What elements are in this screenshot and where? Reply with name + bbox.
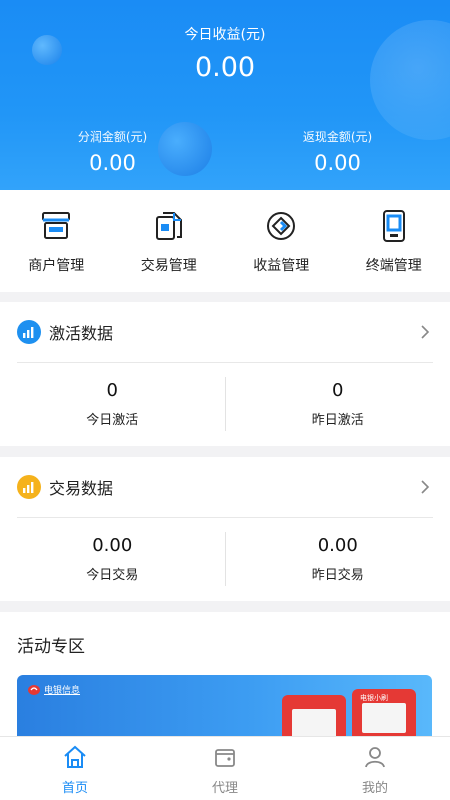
wallet-icon	[213, 745, 237, 773]
home-icon	[62, 745, 88, 773]
earnings-header: 今日收益(元) 0.00 分润金额(元) 0.00 返现金额(元) 0.00	[0, 0, 450, 190]
quick-item-terminal[interactable]: 终端管理	[338, 190, 450, 292]
activity-banner[interactable]: 电银信息 电银小刷	[17, 675, 432, 745]
today-transaction: 0.00 今日交易	[0, 535, 225, 583]
quick-item-label: 终端管理	[365, 258, 422, 274]
yesterday-activation: 0 昨日激活	[226, 380, 450, 428]
pos-screen	[292, 709, 336, 739]
transaction-stats: 0.00 今日交易 0.00 昨日交易	[0, 518, 450, 600]
tab-home[interactable]: 首页	[0, 737, 150, 800]
quick-item-transaction[interactable]: 交易管理	[113, 190, 226, 292]
today-activation-value: 0	[106, 380, 118, 401]
yesterday-transaction: 0.00 昨日交易	[226, 535, 450, 583]
banner-logo: 电银信息	[27, 683, 80, 696]
transaction-title: 交易数据	[49, 479, 114, 498]
quick-item-merchant[interactable]: 商户管理	[0, 190, 113, 292]
tab-mine-label: 我的	[361, 781, 388, 796]
bottom-tab-bar: 首页 代理 我的	[0, 736, 450, 800]
transaction-doc-icon	[151, 208, 187, 244]
user-icon	[363, 745, 387, 773]
share-amount-block: 分润金额(元) 0.00	[0, 128, 225, 175]
yesterday-transaction-label: 昨日交易	[311, 568, 364, 583]
cashback-amount-label: 返现金额(元)	[302, 130, 373, 144]
yesterday-transaction-value: 0.00	[317, 535, 358, 556]
quick-item-label: 收益管理	[253, 258, 310, 274]
activity-title: 活动专区	[17, 637, 85, 657]
today-transaction-value: 0.00	[92, 535, 133, 556]
merchant-icon	[38, 208, 74, 244]
today-earnings-label: 今日收益(元)	[184, 27, 266, 43]
tab-mine[interactable]: 我的	[300, 737, 450, 800]
terminal-icon	[376, 208, 412, 244]
tab-agent[interactable]: 代理	[150, 737, 300, 800]
share-amount-value: 0.00	[89, 151, 136, 175]
activation-title: 激活数据	[49, 324, 114, 343]
activation-stats: 0 今日激活 0 昨日激活	[0, 363, 450, 445]
yesterday-activation-value: 0	[332, 380, 344, 401]
chevron-right-icon[interactable]	[417, 479, 433, 495]
today-activation-label: 今日激活	[86, 413, 139, 428]
tab-home-label: 首页	[61, 781, 88, 796]
transaction-card: 交易数据 0.00 今日交易 0.00 昨日交易	[0, 457, 450, 601]
pos-screen	[362, 703, 406, 733]
activation-card: 激活数据 0 今日激活 0 昨日激活	[0, 302, 450, 446]
earnings-icon	[263, 208, 299, 244]
yesterday-activation-label: 昨日激活	[311, 413, 364, 428]
transaction-card-header[interactable]: 交易数据	[17, 457, 433, 518]
quick-item-label: 商户管理	[28, 258, 85, 274]
quick-item-label: 交易管理	[140, 258, 197, 274]
tab-agent-label: 代理	[211, 781, 238, 796]
today-transaction-label: 今日交易	[86, 568, 139, 583]
today-activation: 0 今日激活	[0, 380, 225, 428]
quick-menu: 商户管理 交易管理 收益管理 终端管理	[0, 190, 450, 292]
activation-card-header[interactable]: 激活数据	[17, 302, 433, 363]
banner-logo-text: 电银信息	[44, 686, 81, 696]
activity-zone: 活动专区 电银信息 电银小刷	[0, 612, 450, 745]
chevron-right-icon[interactable]	[417, 324, 433, 340]
today-earnings-value: 0.00	[194, 52, 256, 83]
transaction-chart-icon	[17, 475, 41, 499]
quick-item-earnings[interactable]: 收益管理	[225, 190, 338, 292]
cashback-amount-value: 0.00	[314, 151, 361, 175]
share-amount-label: 分润金额(元)	[77, 130, 148, 144]
device-tag: 电银小刷	[360, 694, 388, 702]
cashback-amount-block: 返现金额(元) 0.00	[225, 128, 450, 175]
activation-chart-icon	[17, 320, 41, 344]
